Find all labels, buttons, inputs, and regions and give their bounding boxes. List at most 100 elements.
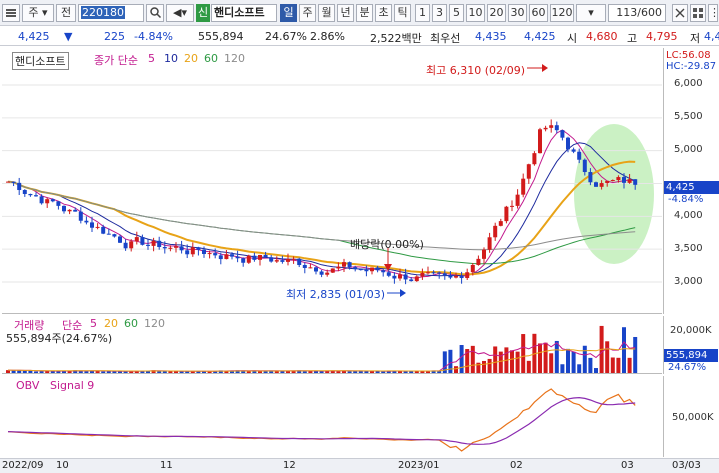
obv-y-axis[interactable]: 50,000K	[663, 376, 719, 457]
search-icon[interactable]	[146, 4, 164, 22]
candle-body	[297, 258, 302, 266]
y-tick-3000: 3,000	[674, 276, 703, 287]
stock-code: 220180	[81, 6, 125, 19]
volume-bar	[17, 370, 22, 373]
candle-body	[235, 256, 240, 259]
x-label-03-03: 03/03	[672, 460, 701, 471]
interval-10-button[interactable]: 10	[466, 4, 485, 22]
interval-5-button[interactable]: 5	[449, 4, 464, 22]
obv-pane[interactable]: OBV Signal 9	[2, 376, 662, 457]
y-tick-5000: 5,000	[674, 144, 703, 155]
obv-pane-title[interactable]: OBV	[16, 379, 39, 392]
candle-body	[627, 179, 632, 183]
candle-body	[185, 250, 190, 255]
volume-bar	[482, 360, 486, 373]
candle-body	[364, 269, 369, 272]
period-year-button[interactable]: 년	[337, 4, 354, 22]
interval-dropdown[interactable]: ▾	[576, 4, 606, 22]
y-tick-3500: 3,500	[674, 243, 703, 254]
candle-body	[168, 247, 173, 249]
candle-body	[515, 194, 520, 206]
settings-icon[interactable]	[690, 4, 706, 22]
candle-body	[622, 177, 626, 183]
candle-body	[538, 129, 542, 154]
open-label: 시	[567, 32, 578, 45]
volume-pane[interactable]: 거래량 단순 5 20 60 120 555,894주(24.67%)	[2, 316, 662, 374]
stock-name-field[interactable]: 핸디소프트	[211, 4, 277, 22]
period-month-button[interactable]: 월	[318, 4, 335, 22]
interval-120-button[interactable]: 120	[550, 4, 574, 22]
interval-3-button[interactable]: 3	[432, 4, 447, 22]
candle-body	[582, 159, 587, 173]
price-pane-title[interactable]: 핸디소프트	[12, 52, 69, 70]
ma20-label: 20	[184, 52, 198, 65]
price-chart[interactable]	[2, 48, 662, 314]
candle-body	[498, 221, 503, 226]
volume-bar	[554, 340, 559, 373]
candle-body	[123, 242, 128, 249]
obv-chart[interactable]	[2, 376, 662, 457]
candle-body	[526, 164, 531, 179]
volume-bar	[510, 350, 514, 373]
candle-body	[325, 272, 330, 275]
volume-bar	[594, 368, 598, 373]
interval-1-button[interactable]: 1	[415, 4, 430, 22]
prev-button[interactable]: 전	[56, 4, 76, 22]
candle-body	[280, 260, 285, 262]
volume-bar	[571, 351, 576, 373]
candle-body	[207, 253, 212, 255]
volume-bar	[526, 360, 531, 373]
interval-20-button[interactable]: 20	[487, 4, 506, 22]
candle-body	[566, 137, 570, 150]
candle-body	[347, 262, 352, 268]
period-day-button[interactable]: 일	[280, 4, 297, 22]
candle-body	[314, 267, 318, 272]
period-minute-button[interactable]: 분	[356, 4, 373, 22]
period-second-button[interactable]: 초	[375, 4, 392, 22]
volume-bar	[84, 371, 89, 373]
interval-30-button[interactable]: 30	[508, 4, 527, 22]
candle-body	[482, 249, 486, 259]
candle-body	[330, 268, 335, 273]
ma5-label: 5	[148, 52, 155, 65]
candle-body	[409, 279, 414, 282]
period-tick-button[interactable]: 틱	[394, 4, 411, 22]
volume-bar	[543, 342, 548, 373]
market-label: 주	[28, 6, 39, 19]
period-week-button[interactable]: 주	[299, 4, 316, 22]
candle-body	[476, 258, 481, 265]
market-select[interactable]: 주 ▾	[22, 4, 54, 22]
grid-icon[interactable]	[672, 4, 688, 22]
candle-body	[493, 225, 498, 238]
candle-body	[532, 153, 537, 165]
candle-body	[84, 220, 89, 223]
high-note: 최고 6,310 (02/09)	[426, 64, 526, 77]
volume-bar	[112, 371, 117, 373]
current-price-box: 4,425	[664, 181, 719, 194]
dividend-note: 배당락(0.00%)	[350, 238, 424, 251]
volume-bar	[627, 357, 632, 373]
stock-code-input[interactable]: 220180	[78, 4, 144, 22]
volume-bar	[487, 358, 492, 373]
candle-body	[45, 199, 50, 204]
volume-bar	[39, 371, 44, 373]
sound-icon[interactable]: ◀▾	[166, 4, 194, 22]
candle-body	[174, 246, 178, 248]
candle-body	[202, 249, 206, 254]
candle-body	[381, 270, 386, 273]
menu-icon[interactable]	[2, 4, 20, 22]
price-pane[interactable]: 핸디소프트 종가 단순 5 10 20 60 120 최고 6,310 (02/…	[2, 48, 662, 314]
candle-body	[599, 183, 604, 187]
ma20-line	[7, 160, 636, 276]
down-arrow-icon: ▼	[64, 30, 73, 43]
layout-icon[interactable]: ⋮	[708, 4, 719, 22]
candle-body	[179, 246, 184, 251]
candle-body	[274, 260, 279, 262]
count-field[interactable]: 113/600	[608, 4, 666, 22]
ratio-value: 2.86%	[310, 30, 345, 43]
x-axis[interactable]: 2022/09 10 11 12 2023/01 02 03 03/03	[0, 458, 719, 473]
interval-60-button[interactable]: 60	[529, 4, 548, 22]
candle-body	[459, 276, 464, 279]
volume-bar	[426, 371, 430, 373]
volume-bar	[364, 371, 369, 373]
